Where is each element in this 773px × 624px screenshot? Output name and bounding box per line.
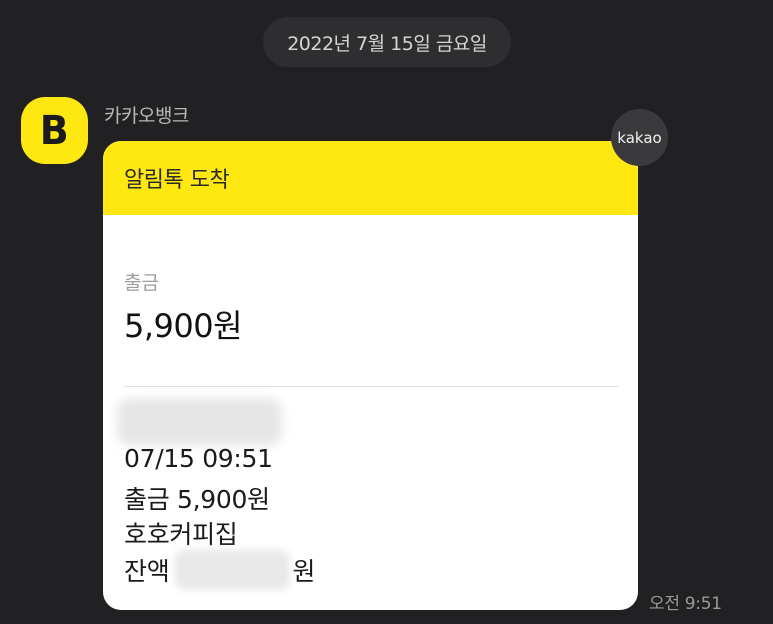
message-timestamp: 오전 9:51 <box>649 594 722 614</box>
transaction-withdrawal: 출금 5,900원 <box>124 485 270 514</box>
kakaobank-avatar[interactable]: B <box>21 97 88 164</box>
alimtalk-message-card[interactable]: 알림톡 도착 출금 5,900원 07/15 09:51 출금 5,900원 호… <box>103 141 638 610</box>
transaction-balance: 잔액 원 <box>124 550 315 590</box>
card-divider <box>124 386 619 387</box>
blurred-balance-amount <box>175 550 291 590</box>
kakaobank-logo-icon: B <box>40 107 69 154</box>
balance-label: 잔액 <box>124 557 170 586</box>
card-header: 알림톡 도착 <box>103 141 638 215</box>
transaction-merchant: 호호커피집 <box>124 520 238 549</box>
transaction-amount: 5,900원 <box>124 307 243 345</box>
kakao-channel-badge: kakao <box>611 109 668 166</box>
blurred-account-info <box>117 398 282 446</box>
sender-name: 카카오뱅크 <box>104 105 189 127</box>
transaction-type-label: 출금 <box>124 272 159 294</box>
chat-screen: 2022년 7월 15일 금요일 B 카카오뱅크 kakao 알림톡 도착 출금… <box>0 0 773 624</box>
balance-unit: 원 <box>292 557 316 586</box>
transaction-datetime: 07/15 09:51 <box>124 444 273 473</box>
date-separator: 2022년 7월 15일 금요일 <box>263 17 511 67</box>
card-header-title: 알림톡 도착 <box>124 168 230 193</box>
